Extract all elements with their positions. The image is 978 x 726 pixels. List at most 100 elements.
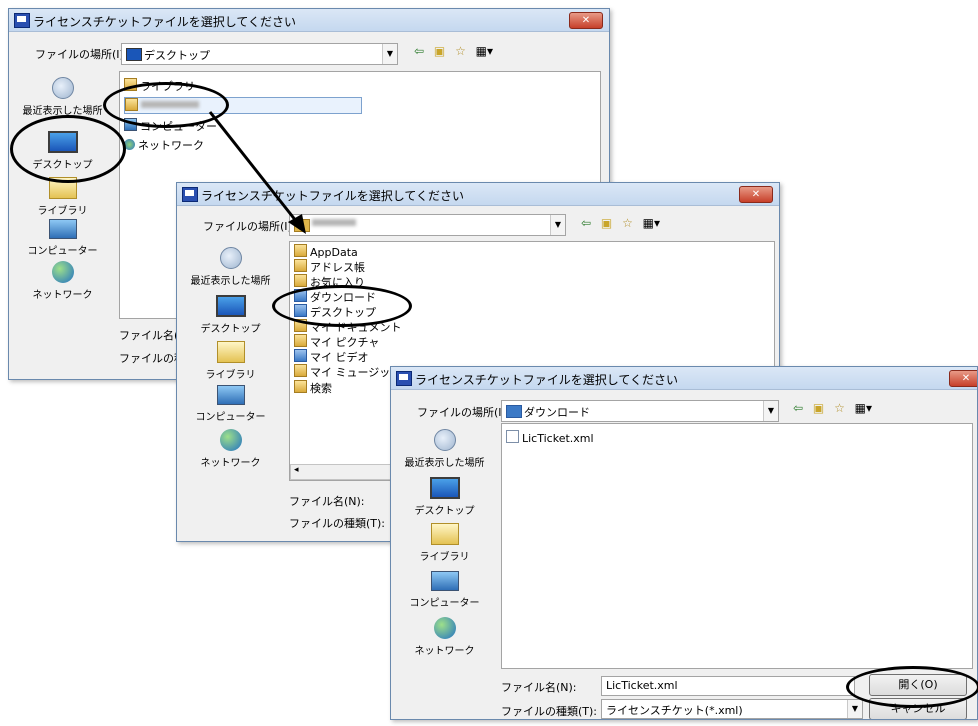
place-label: ライブラリ bbox=[419, 552, 470, 563]
close-button[interactable]: ✕ bbox=[569, 12, 603, 29]
pictures-icon bbox=[294, 334, 307, 347]
filetype-label: ファイルの種類(T): bbox=[501, 705, 598, 718]
title-bar[interactable]: ライセンスチケットファイルを選択してください ✕ bbox=[9, 9, 609, 32]
place-label: デスクトップ bbox=[200, 324, 261, 335]
list-item[interactable]: アドレス帳 bbox=[294, 259, 365, 274]
place-recent[interactable]: 最近表示した場所 bbox=[397, 429, 492, 469]
place-computer[interactable]: コンピューター bbox=[397, 571, 492, 609]
place-computer[interactable]: コンピューター bbox=[183, 385, 278, 423]
xml-file-icon bbox=[506, 430, 519, 443]
back-icon[interactable]: ⇦ bbox=[581, 216, 591, 230]
library-icon bbox=[430, 523, 459, 545]
scroll-left-icon[interactable]: ◂ bbox=[294, 465, 299, 475]
close-button[interactable]: ✕ bbox=[949, 370, 977, 387]
filename-label: ファイル名(N): bbox=[289, 495, 365, 508]
toolbar: ⇦ ▣ ☆ ▦▾ bbox=[414, 44, 499, 60]
up-folder-icon[interactable]: ▣ bbox=[601, 216, 612, 230]
look-in-combo[interactable]: ダウンロード ▼ bbox=[501, 400, 779, 422]
recent-places-icon bbox=[433, 429, 456, 451]
computer-icon bbox=[216, 385, 245, 405]
look-in-label: ファイルの場所(I): bbox=[417, 406, 510, 419]
music-icon bbox=[294, 364, 307, 377]
new-folder-icon[interactable]: ☆ bbox=[622, 216, 633, 230]
recent-places-icon bbox=[219, 247, 242, 269]
computer-icon bbox=[430, 571, 459, 591]
annotation-circle-open bbox=[846, 666, 978, 708]
chevron-down-icon[interactable]: ▼ bbox=[550, 215, 565, 235]
place-recent[interactable]: 最近表示した場所 bbox=[15, 77, 110, 117]
back-icon[interactable]: ⇦ bbox=[793, 401, 803, 415]
place-network[interactable]: ネットワーク bbox=[397, 617, 492, 657]
place-desktop[interactable]: デスクトップ bbox=[183, 295, 278, 335]
list-item[interactable]: AppData bbox=[294, 244, 358, 259]
search-icon bbox=[294, 380, 307, 393]
look-in-combo[interactable]: ▼ bbox=[289, 214, 566, 236]
chevron-down-icon[interactable]: ▼ bbox=[382, 44, 397, 64]
dialog-title: ライセンスチケットファイルを選択してください bbox=[33, 15, 297, 29]
place-recent[interactable]: 最近表示した場所 bbox=[183, 247, 278, 287]
filetype-label: ファイルの種類(T): bbox=[289, 517, 386, 530]
toolbar: ⇦ ▣ ☆ ▦▾ bbox=[793, 401, 878, 417]
annotation-circle-desktop bbox=[10, 115, 126, 183]
look-in-combo[interactable]: デスクトップ ▼ bbox=[121, 43, 398, 65]
place-label: コンピューター bbox=[195, 412, 266, 423]
place-network[interactable]: ネットワーク bbox=[183, 429, 278, 469]
list-item[interactable]: マイ ミュージッ bbox=[294, 364, 390, 379]
place-label: ネットワーク bbox=[200, 458, 261, 469]
app-icon bbox=[182, 187, 198, 202]
title-bar[interactable]: ライセンスチケットファイルを選択してください ✕ bbox=[177, 183, 779, 206]
list-item[interactable]: 検索 bbox=[294, 380, 332, 395]
list-item-licticket[interactable]: LicTicket.xml bbox=[506, 430, 594, 445]
app-icon bbox=[396, 371, 412, 386]
videos-icon bbox=[294, 349, 307, 362]
dialog-title: ライセンスチケットファイルを選択してください bbox=[201, 189, 465, 203]
place-network[interactable]: ネットワーク bbox=[15, 261, 110, 301]
look-in-value: デスクトップ bbox=[144, 49, 210, 62]
desktop-icon bbox=[215, 295, 246, 317]
back-icon[interactable]: ⇦ bbox=[414, 44, 424, 58]
desktop-icon bbox=[429, 477, 460, 499]
place-library[interactable]: ライブラリ bbox=[183, 341, 278, 381]
up-folder-icon[interactable]: ▣ bbox=[434, 44, 445, 58]
place-library[interactable]: ライブラリ bbox=[15, 177, 110, 217]
place-label: コンピューター bbox=[409, 598, 480, 609]
file-list[interactable]: LicTicket.xml bbox=[501, 423, 973, 669]
new-folder-icon[interactable]: ☆ bbox=[834, 401, 845, 415]
chevron-down-icon[interactable]: ▼ bbox=[847, 700, 862, 718]
chevron-down-icon[interactable]: ▼ bbox=[763, 401, 778, 421]
list-item[interactable]: ネットワーク bbox=[124, 137, 204, 152]
views-icon[interactable]: ▦▾ bbox=[855, 401, 872, 415]
filetype-value: ライセンスチケット(*.xml) bbox=[606, 704, 743, 717]
place-label: ライブラリ bbox=[37, 206, 88, 217]
close-button[interactable]: ✕ bbox=[739, 186, 773, 203]
views-icon[interactable]: ▦▾ bbox=[476, 44, 493, 58]
title-bar[interactable]: ライセンスチケットファイルを選択してください ✕ bbox=[391, 367, 977, 390]
look-in-label: ファイルの場所(I): bbox=[203, 220, 296, 233]
place-label: 最近表示した場所 bbox=[404, 458, 485, 469]
place-computer[interactable]: コンピューター bbox=[15, 219, 110, 257]
up-folder-icon[interactable]: ▣ bbox=[813, 401, 824, 415]
place-desktop[interactable]: デスクトップ bbox=[397, 477, 492, 517]
look-in-label: ファイルの場所(I): bbox=[35, 48, 128, 61]
filetype-combo[interactable]: ライセンスチケット(*.xml) ▼ bbox=[601, 699, 863, 719]
place-label: デスクトップ bbox=[414, 506, 475, 517]
contacts-icon bbox=[294, 259, 307, 272]
place-label: ネットワーク bbox=[414, 646, 475, 657]
new-folder-icon[interactable]: ☆ bbox=[455, 44, 466, 58]
network-icon bbox=[433, 617, 456, 639]
annotation-circle-user-folder bbox=[103, 82, 229, 128]
look-in-value: ダウンロード bbox=[524, 406, 590, 419]
annotation-circle-downloads bbox=[272, 285, 412, 327]
place-label: コンピューター bbox=[27, 246, 98, 257]
list-item[interactable]: マイ ビデオ bbox=[294, 349, 369, 364]
views-icon[interactable]: ▦▾ bbox=[643, 216, 660, 230]
favorites-icon bbox=[294, 274, 307, 287]
network-icon bbox=[51, 261, 74, 283]
filename-label: ファイル名(N): bbox=[501, 681, 577, 694]
filename-value: LicTicket.xml bbox=[606, 679, 678, 692]
filename-input[interactable]: LicTicket.xml bbox=[601, 676, 855, 696]
list-item[interactable]: マイ ピクチャ bbox=[294, 334, 379, 349]
desktop-icon bbox=[126, 48, 142, 61]
place-library[interactable]: ライブラリ bbox=[397, 523, 492, 563]
place-label: ネットワーク bbox=[32, 290, 93, 301]
